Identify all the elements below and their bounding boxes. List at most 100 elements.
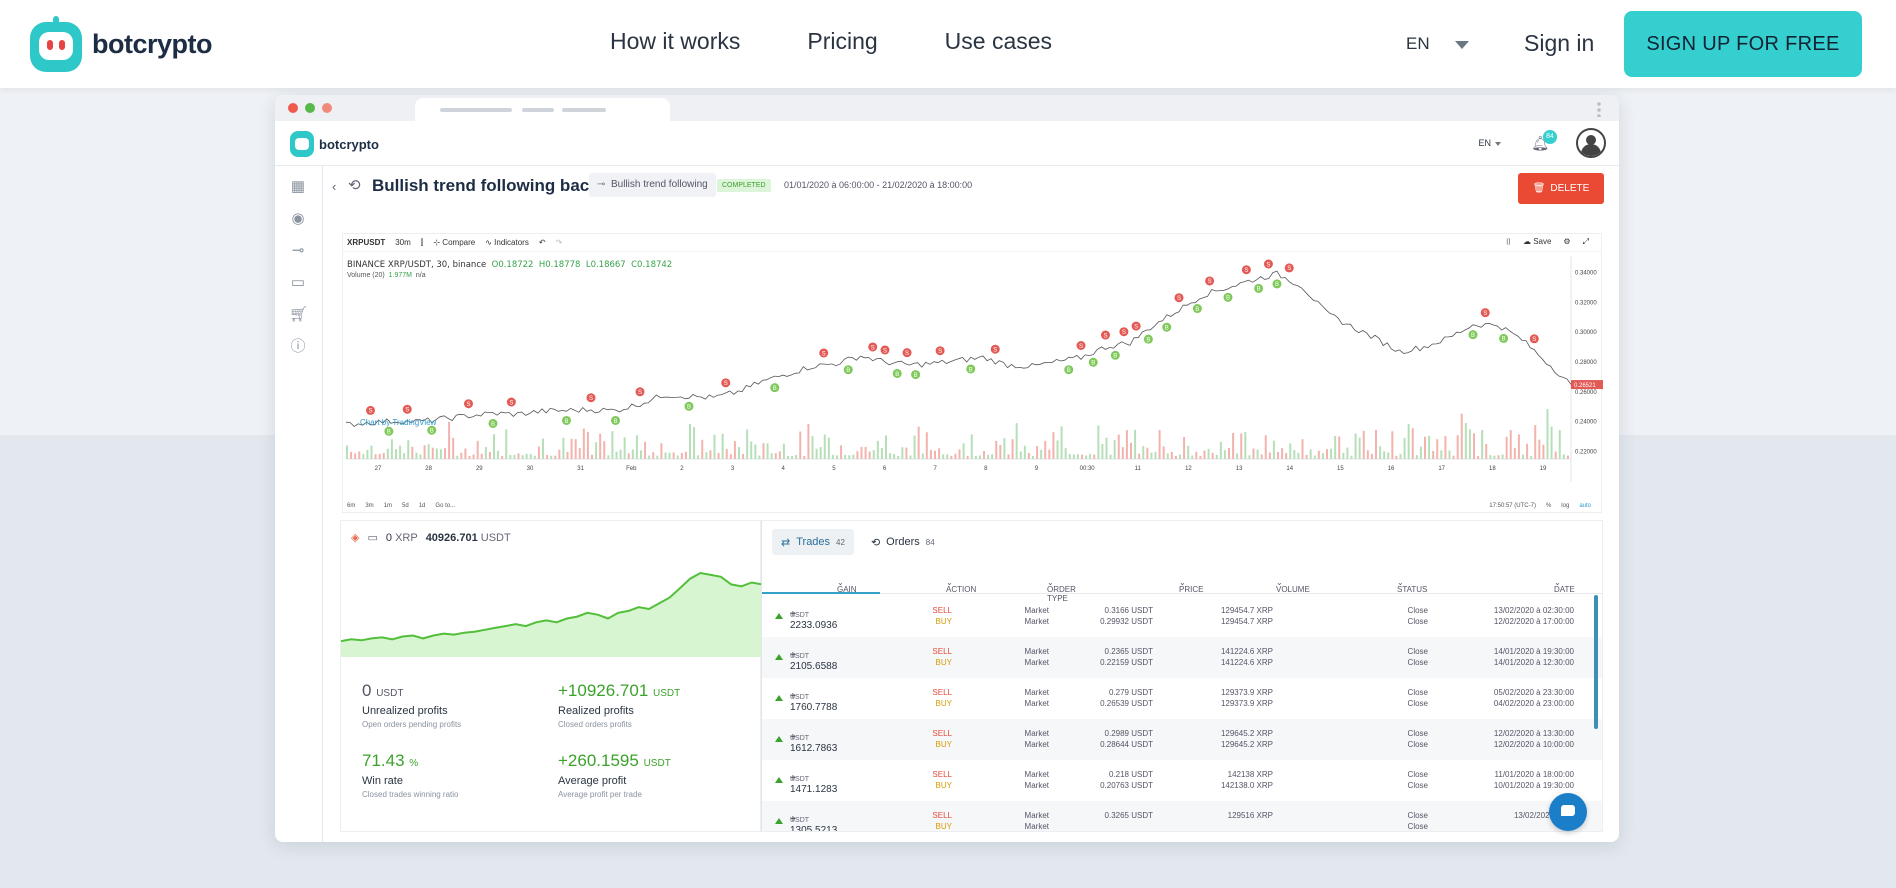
nav-how-it-works[interactable]: How it works xyxy=(610,28,740,55)
table-row[interactable]: + 2105.6588 USDT SELL BUY Market Market 0.236… xyxy=(762,637,1602,678)
app-logo[interactable]: botcrypto xyxy=(290,131,379,157)
table-row[interactable]: + 1760.7788 USDT SELL BUY Market Market 0.279… xyxy=(762,678,1602,719)
range-5d[interactable]: 5d xyxy=(402,503,409,509)
volume-bar xyxy=(1477,455,1480,459)
info-icon[interactable]: ⓘ xyxy=(289,338,307,356)
scrollbar[interactable] xyxy=(1594,595,1598,729)
user-avatar[interactable] xyxy=(1576,128,1606,158)
goto-button[interactable]: Go to... xyxy=(435,503,455,509)
cart-icon[interactable]: 🛒︎ xyxy=(289,306,308,324)
volume-bar xyxy=(978,455,981,459)
history-icon: ⟲ xyxy=(348,177,361,194)
volume-bar xyxy=(1215,454,1218,459)
volume-bar xyxy=(1272,440,1275,459)
range-1d[interactable]: 1d xyxy=(419,503,426,509)
tab-orders[interactable]: ⟲ Orders 84 xyxy=(862,529,944,555)
volume-bar xyxy=(586,432,589,459)
bot-icon[interactable]: ◉ xyxy=(289,210,307,228)
chevron-down-icon[interactable] xyxy=(1495,142,1501,146)
col-order-type[interactable]: ORDER TYPE ⌄ xyxy=(1047,578,1076,603)
range-3m[interactable]: 3m xyxy=(365,503,373,509)
chart-canvas[interactable]: S B S B S B S B S B S B S B S B S S B S B S B S B S B S B S S B B S B S B S B S… xyxy=(343,234,1603,514)
volume-bar xyxy=(656,455,659,459)
col-status-label: STATUS xyxy=(1397,585,1428,594)
up-arrow-icon xyxy=(775,695,783,701)
trade-gain: + 1760.7788 USDT xyxy=(790,691,837,713)
tab-trades[interactable]: ⇄ Trades 42 xyxy=(772,529,854,555)
volume-bar xyxy=(1109,454,1112,459)
table-row[interactable]: + 1471.1283 USDT SELL BUY Market Market 0.218… xyxy=(762,760,1602,801)
order-type: Market xyxy=(1024,647,1049,656)
trash-icon: 🗑︎ xyxy=(1532,183,1546,194)
nav-pricing[interactable]: Pricing xyxy=(807,28,877,55)
volume-bar xyxy=(1015,423,1018,459)
dashboard-icon[interactable]: ▦ xyxy=(289,178,307,196)
y-tick-label: 0.28000 xyxy=(1575,360,1597,366)
signal-label: S xyxy=(466,402,470,408)
volume-value: 129645.2 XRP xyxy=(1220,740,1273,749)
up-arrow-icon xyxy=(775,654,783,660)
chevron-down-icon[interactable] xyxy=(1455,41,1469,49)
signal-label: S xyxy=(993,348,997,354)
volume-bar xyxy=(419,454,422,459)
sign-up-button[interactable]: SIGN UP FOR FREE xyxy=(1624,11,1862,77)
log-toggle[interactable]: log xyxy=(1561,503,1569,509)
volume-bar xyxy=(558,449,561,459)
wallet-icon[interactable]: ▭ xyxy=(289,274,307,292)
col-volume[interactable]: VOLUME ⌄ xyxy=(1276,578,1310,594)
range-1m[interactable]: 1m xyxy=(384,503,392,509)
volume-bar xyxy=(431,447,434,459)
nav-use-cases[interactable]: Use cases xyxy=(945,28,1052,55)
x-tick-label: 14 xyxy=(1286,466,1293,472)
gain-value: + 1612.7863 xyxy=(790,732,838,754)
col-date[interactable]: DATE ⌄ xyxy=(1554,578,1575,594)
table-row[interactable]: + 2233.0936 USDT SELL BUY Market Market 0.316… xyxy=(762,596,1602,637)
volume-bar xyxy=(864,446,867,459)
volume-bar xyxy=(1162,446,1165,459)
status-value: Close xyxy=(1407,647,1428,656)
volume-bar xyxy=(509,455,512,459)
x-tick-label: 9 xyxy=(1035,466,1039,472)
delete-button[interactable]: 🗑︎ DELETE xyxy=(1518,173,1604,204)
tradingview-credit[interactable]: Chart by TradingView xyxy=(360,418,436,427)
volume-bar xyxy=(1052,432,1055,459)
percent-toggle[interactable]: % xyxy=(1546,503,1551,509)
up-arrow-icon xyxy=(775,736,783,742)
volume-bar xyxy=(917,426,920,459)
sign-in-link[interactable]: Sign in xyxy=(1524,30,1594,57)
volume-bar xyxy=(1309,449,1312,459)
volume-bar xyxy=(374,454,377,459)
site-logo[interactable]: botcrypto xyxy=(30,16,213,72)
app-language-select[interactable]: EN xyxy=(1478,138,1491,148)
col-price[interactable]: PRICE ⌄ xyxy=(1179,578,1203,594)
strategy-chip[interactable]: Bullish trend following xyxy=(589,173,716,197)
table-row[interactable]: + 1305.5213 USDT SELL BUY Market Market 0.326… xyxy=(762,801,1602,831)
auto-toggle[interactable]: auto xyxy=(1579,503,1591,509)
chat-button[interactable] xyxy=(1549,793,1587,831)
signal-label: B xyxy=(1226,296,1230,302)
signal-label: B xyxy=(491,422,495,428)
table-row[interactable]: + 1612.7863 USDT SELL BUY Market Market 0.298… xyxy=(762,719,1602,760)
balance-usdt: 40926.701 xyxy=(425,531,478,544)
volume-bar xyxy=(350,451,353,459)
x-tick-label: 8 xyxy=(984,466,988,472)
range-6m[interactable]: 6m xyxy=(347,503,355,509)
y-tick-label: 0.34000 xyxy=(1575,270,1597,276)
volume-bar xyxy=(574,439,577,459)
strategy-icon[interactable]: ⊸ xyxy=(289,242,307,260)
volume-value: 129373.9 XRP xyxy=(1220,688,1273,697)
language-select[interactable]: EN xyxy=(1406,34,1430,54)
volume-bar xyxy=(1211,452,1214,459)
back-arrow-icon[interactable]: ‹ xyxy=(332,179,336,194)
status-value: Close xyxy=(1407,740,1428,749)
volume-bar xyxy=(1542,444,1545,459)
col-action[interactable]: ACTION ⌄ xyxy=(946,578,976,594)
col-status[interactable]: STATUS ⌄ xyxy=(1397,578,1427,594)
order-type: Market xyxy=(1024,617,1049,626)
volume-bar xyxy=(754,444,757,459)
volume-bar xyxy=(742,453,745,459)
signal-label: B xyxy=(1091,361,1095,367)
order-type: Market xyxy=(1024,658,1049,667)
col-gain[interactable]: GAIN ⌄ xyxy=(837,578,857,594)
y-tick-label: 0.24000 xyxy=(1575,420,1597,426)
